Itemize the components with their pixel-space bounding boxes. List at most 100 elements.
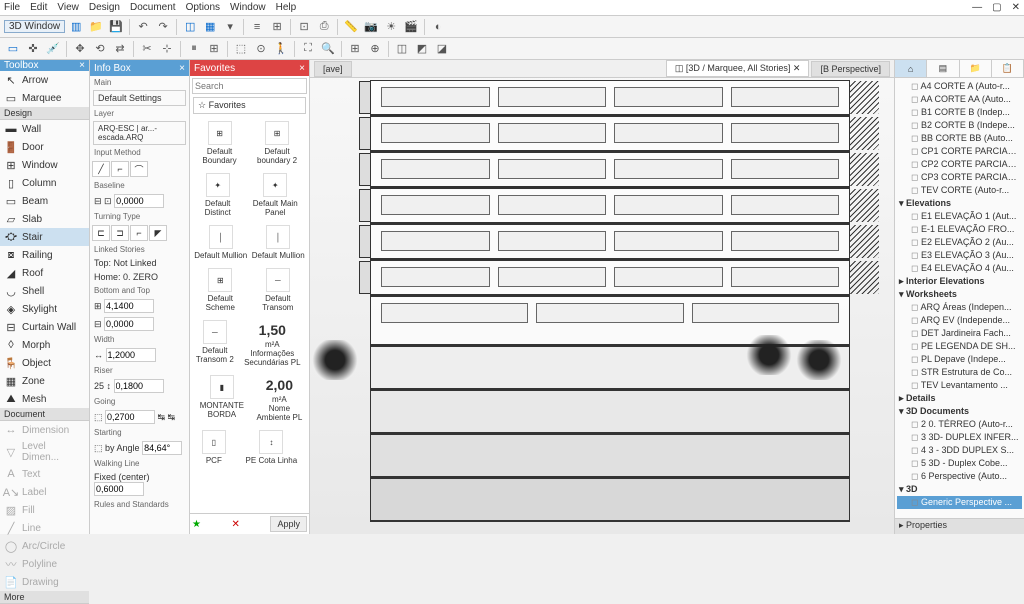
dd-icon[interactable]: ▾ [221, 18, 239, 36]
nav-tab-view[interactable]: ▤ [927, 60, 959, 77]
tool-label[interactable]: A↘Label [0, 483, 89, 501]
tb-c[interactable]: ◪ [433, 40, 451, 58]
minimize-icon[interactable]: — [972, 2, 982, 13]
fav-del-icon[interactable]: ✕ [232, 519, 240, 530]
im-3[interactable]: ⌒ [130, 161, 148, 177]
fav-item[interactable]: ✦Default Main Panel [243, 169, 307, 221]
adjust-icon[interactable]: ⊹ [158, 40, 176, 58]
close-icon[interactable]: ✕ [1012, 2, 1020, 13]
nav-item[interactable]: A4 CORTE A (Auto-r... [897, 80, 1022, 93]
nav-item[interactable]: ARQ EV (Independe... [897, 314, 1022, 327]
default-settings-button[interactable]: Default Settings [93, 90, 186, 106]
move-icon[interactable]: ✥ [71, 40, 89, 58]
fav-item[interactable]: ⊞Default Boundary [192, 117, 247, 169]
rules-label[interactable]: Rules and Standards [90, 498, 189, 511]
tool-fill[interactable]: ▨Fill [0, 501, 89, 519]
tab-3d-marquee[interactable]: ◫ [3D / Marquee, All Stories] ✕ [666, 60, 810, 77]
tool-curtain[interactable]: ⊟Curtain Wall [0, 318, 89, 336]
fav-item[interactable]: 2,00m²ANome Ambiente PL [252, 371, 307, 426]
print-icon[interactable]: ⎙ [315, 18, 333, 36]
fav-item[interactable]: ⊞Default boundary 2 [247, 117, 307, 169]
view3d-icon[interactable]: ⬚ [232, 40, 250, 58]
nav-item[interactable]: B1 CORTE B (Indep... [897, 106, 1022, 119]
tool-railing[interactable]: ⧇Railing [0, 246, 89, 264]
redo-icon[interactable]: ↷ [154, 18, 172, 36]
eyedrop-icon[interactable]: 💉 [44, 40, 62, 58]
section-design[interactable]: Design [0, 107, 89, 120]
tool-arc[interactable]: ◯Arc/Circle [0, 537, 89, 555]
riser-count[interactable]: 25 [94, 381, 104, 391]
nav-item[interactable]: ARQ Áreas (Indepen... [897, 301, 1022, 314]
nav-item-generic[interactable]: Generic Perspective ... [897, 496, 1022, 509]
fav-item[interactable]: │Default Mullion [192, 221, 249, 264]
tool-arrow[interactable]: ↖Arrow [0, 71, 89, 89]
orbit-icon[interactable]: ⊙ [252, 40, 270, 58]
tool-marquee[interactable]: ▭Marquee [0, 89, 89, 107]
tb-a[interactable]: ◫ [393, 40, 411, 58]
tool-stair[interactable]: ⛮Stair [0, 228, 89, 246]
section-more[interactable]: More [0, 591, 89, 604]
bt-input-2[interactable] [104, 317, 154, 331]
nav-group-details[interactable]: Details [897, 392, 1022, 405]
nav-item[interactable]: B2 CORTE B (Indepe... [897, 119, 1022, 132]
tool-wall[interactable]: ▬Wall [0, 120, 89, 138]
tool-beam[interactable]: ▭Beam [0, 192, 89, 210]
tool-door[interactable]: 🚪Door [0, 138, 89, 156]
tool-text[interactable]: AText [0, 465, 89, 483]
menu-edit[interactable]: Edit [30, 2, 47, 13]
nav-item[interactable]: TEV CORTE (Auto-r... [897, 184, 1022, 197]
angle-input[interactable] [142, 441, 182, 455]
camera-icon[interactable]: 📷 [362, 18, 380, 36]
tool-slab[interactable]: ▱Slab [0, 210, 89, 228]
tt-1[interactable]: ⊏ [92, 225, 110, 241]
fav-item[interactable]: ✦Default Distinct [192, 169, 243, 221]
nav-item[interactable]: 2 0. TÉRREO (Auto-r... [897, 418, 1022, 431]
fav-item[interactable]: ▯PCF [200, 426, 228, 469]
tool-skylight[interactable]: ◈Skylight [0, 300, 89, 318]
menu-view[interactable]: View [57, 2, 79, 13]
tool-window[interactable]: ⊞Window [0, 156, 89, 174]
walking-input[interactable] [94, 482, 144, 496]
open-icon[interactable]: 📁 [87, 18, 105, 36]
tool-roof[interactable]: ◢Roof [0, 264, 89, 282]
fav-item[interactable]: ↕PE Cota Linha [244, 426, 300, 469]
fav-item[interactable]: ─Default Transom [249, 264, 307, 316]
nav-group-interior[interactable]: Interior Elevations [897, 275, 1022, 288]
nav-item[interactable]: CP1 CORTE PARCIAL... [897, 145, 1022, 158]
walking-mode[interactable]: Fixed (center) [94, 472, 150, 482]
favorites-folder[interactable]: ☆ Favorites [193, 97, 306, 114]
menu-options[interactable]: Options [186, 2, 220, 13]
toolbox-close-icon[interactable]: × [79, 60, 85, 71]
tb-b[interactable]: ◩ [413, 40, 431, 58]
nav-item[interactable]: E4 ELEVAÇÃO 4 (Au... [897, 262, 1022, 275]
suspend-icon[interactable]: ⏸ [185, 40, 203, 58]
tool-column[interactable]: ▯Column [0, 174, 89, 192]
home-select[interactable]: 0. ZERO [123, 272, 158, 282]
rotate-icon[interactable]: ⟲ [91, 40, 109, 58]
walk-icon[interactable]: 🚶 [272, 40, 290, 58]
fav-item[interactable]: ─Default Transom 2 [192, 316, 238, 371]
zoom-icon[interactable]: 🔍 [319, 40, 337, 58]
tab-ave[interactable]: [ave] [314, 61, 352, 77]
going-input[interactable] [105, 410, 155, 424]
3d-viewport[interactable]: [ave] ◫ [3D / Marquee, All Stories] ✕ [B… [310, 60, 894, 534]
riser-input[interactable] [114, 379, 164, 393]
tool-leveldim[interactable]: ▽Level Dimen... [0, 439, 89, 465]
maximize-icon[interactable]: ▢ [992, 2, 1001, 13]
tool-shell[interactable]: ◡Shell [0, 282, 89, 300]
nav-item[interactable]: PL Depave (Indepe... [897, 353, 1022, 366]
nav-item[interactable]: CP3 CORTE PARCIAL... [897, 171, 1022, 184]
im-2[interactable]: ⌐ [111, 161, 129, 177]
tt-3[interactable]: ⌐ [130, 225, 148, 241]
cube2-icon[interactable]: ▦ [201, 18, 219, 36]
baseline-input[interactable] [114, 194, 164, 208]
apply-button[interactable]: Apply [270, 516, 307, 532]
fav-item[interactable]: ⊞Default Scheme [192, 264, 249, 316]
nav-tab-project[interactable]: ⌂ [895, 60, 927, 77]
nav-group-worksheets[interactable]: Worksheets [897, 288, 1022, 301]
cube-icon[interactable]: ◫ [181, 18, 199, 36]
snap-icon[interactable]: ⊕ [366, 40, 384, 58]
nav-item[interactable]: STR Estrutura de Co... [897, 366, 1022, 379]
nav-item[interactable]: E2 ELEVAÇÃO 2 (Au... [897, 236, 1022, 249]
mirror-icon[interactable]: ⇄ [111, 40, 129, 58]
